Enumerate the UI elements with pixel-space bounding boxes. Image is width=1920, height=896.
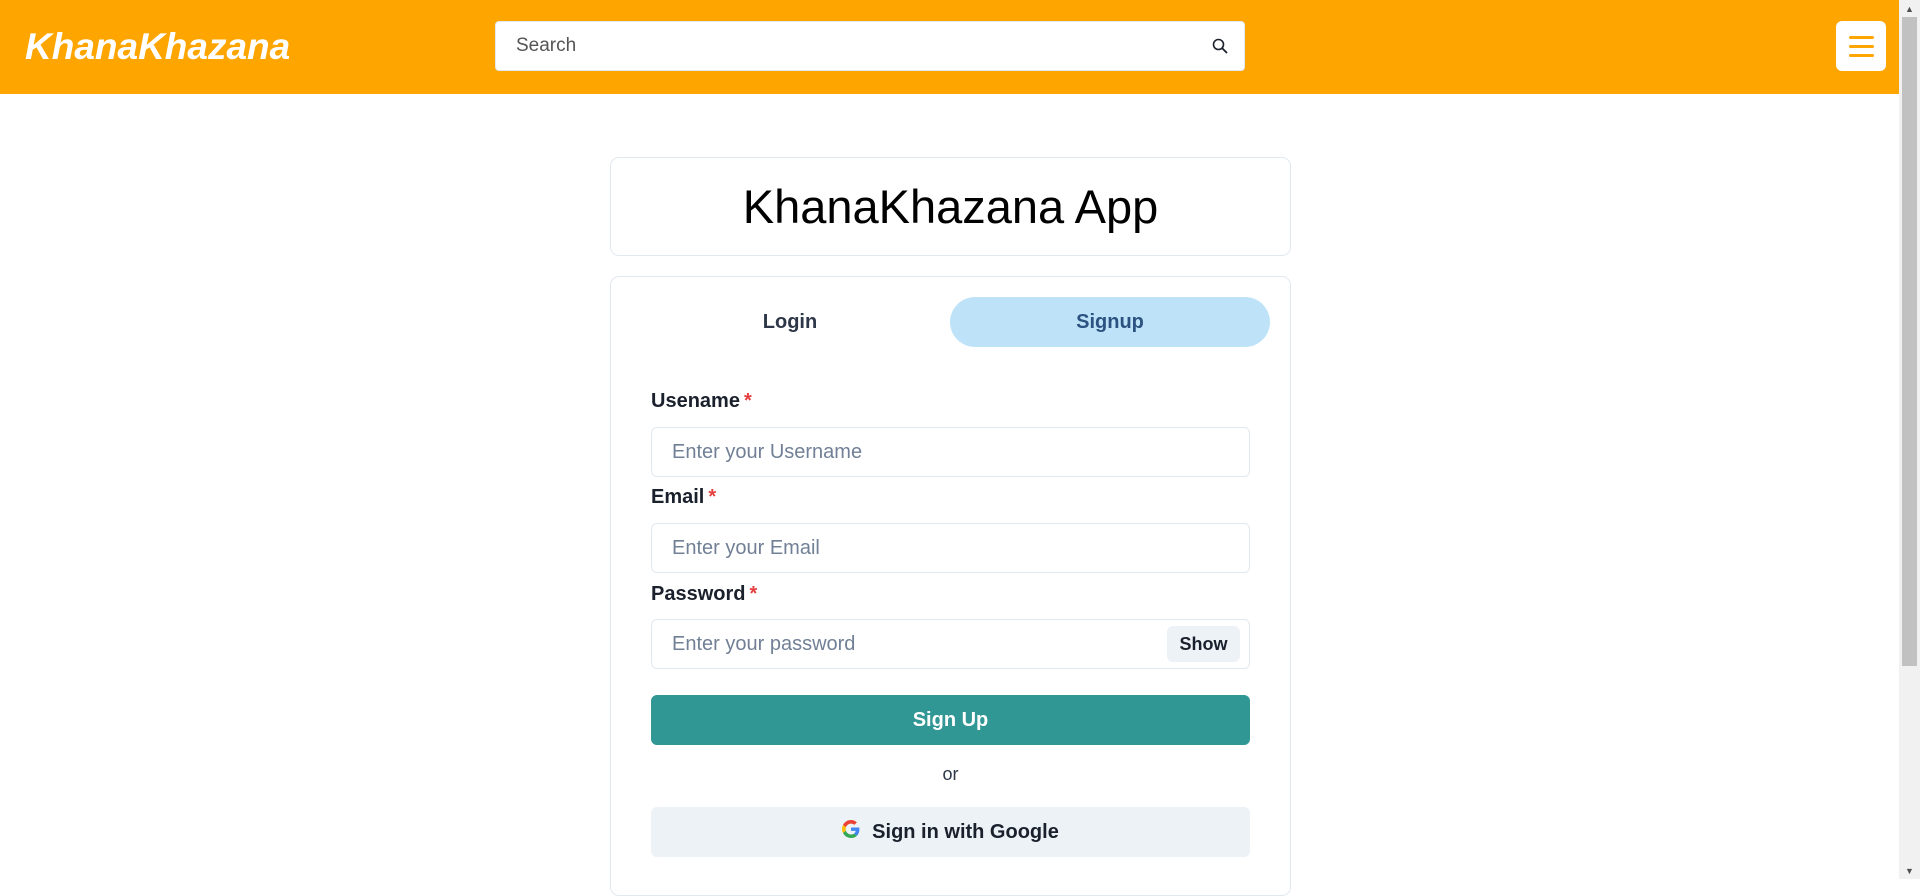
required-asterisk: * bbox=[708, 486, 717, 508]
menu-bar-line bbox=[1848, 53, 1874, 57]
search-input[interactable] bbox=[496, 22, 1186, 70]
app-title-card: KhanaKhazana App bbox=[610, 157, 1291, 256]
required-asterisk: * bbox=[743, 390, 752, 412]
password-label-text: Password bbox=[651, 583, 746, 605]
google-button-label: Sign in with Google bbox=[872, 820, 1059, 843]
or-divider-text: or bbox=[942, 764, 959, 784]
email-label: Email * bbox=[651, 486, 716, 509]
scroll-up-arrow-icon[interactable]: ▲ bbox=[1899, 0, 1920, 17]
email-field[interactable] bbox=[651, 523, 1250, 573]
show-password-button[interactable]: Show bbox=[1167, 626, 1240, 662]
menu-bar-line bbox=[1848, 44, 1874, 48]
scrollbar-thumb[interactable] bbox=[1902, 17, 1917, 666]
email-label-text: Email bbox=[651, 486, 705, 508]
username-field[interactable] bbox=[651, 427, 1250, 477]
sign-up-button[interactable]: Sign Up bbox=[651, 695, 1250, 745]
username-label-text: Usename bbox=[651, 390, 740, 412]
brand-logo[interactable]: KhanaKhazana bbox=[25, 24, 290, 70]
username-label: Usename * bbox=[651, 390, 752, 413]
search-bar bbox=[495, 21, 1245, 71]
tab-login[interactable]: Login bbox=[630, 297, 950, 347]
page-title: KhanaKhazana App bbox=[742, 180, 1159, 233]
tab-signup[interactable]: Signup bbox=[950, 297, 1270, 347]
google-icon bbox=[842, 820, 860, 844]
search-icon[interactable] bbox=[1204, 30, 1236, 62]
auth-form-card: Login Signup Usename* Email* Password* S… bbox=[610, 276, 1291, 896]
password-label: Password * bbox=[651, 583, 757, 606]
vertical-scrollbar[interactable]: ▲ ▼ bbox=[1899, 0, 1920, 879]
required-asterisk: * bbox=[749, 583, 758, 605]
hamburger-menu-icon[interactable] bbox=[1836, 21, 1886, 71]
top-navbar: KhanaKhazana bbox=[0, 0, 1899, 94]
scroll-down-arrow-icon[interactable]: ▼ bbox=[1899, 862, 1920, 879]
menu-bar-line bbox=[1848, 35, 1874, 39]
password-field[interactable] bbox=[651, 619, 1250, 669]
google-sign-in-button[interactable]: Sign in with Google bbox=[651, 807, 1250, 857]
